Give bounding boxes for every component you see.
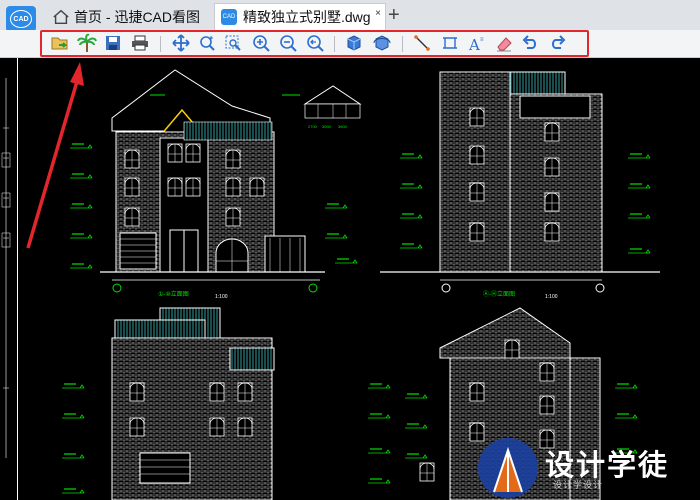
watermark-subtitle: 设计学设计	[553, 480, 604, 490]
annotation-arrow	[26, 62, 84, 249]
